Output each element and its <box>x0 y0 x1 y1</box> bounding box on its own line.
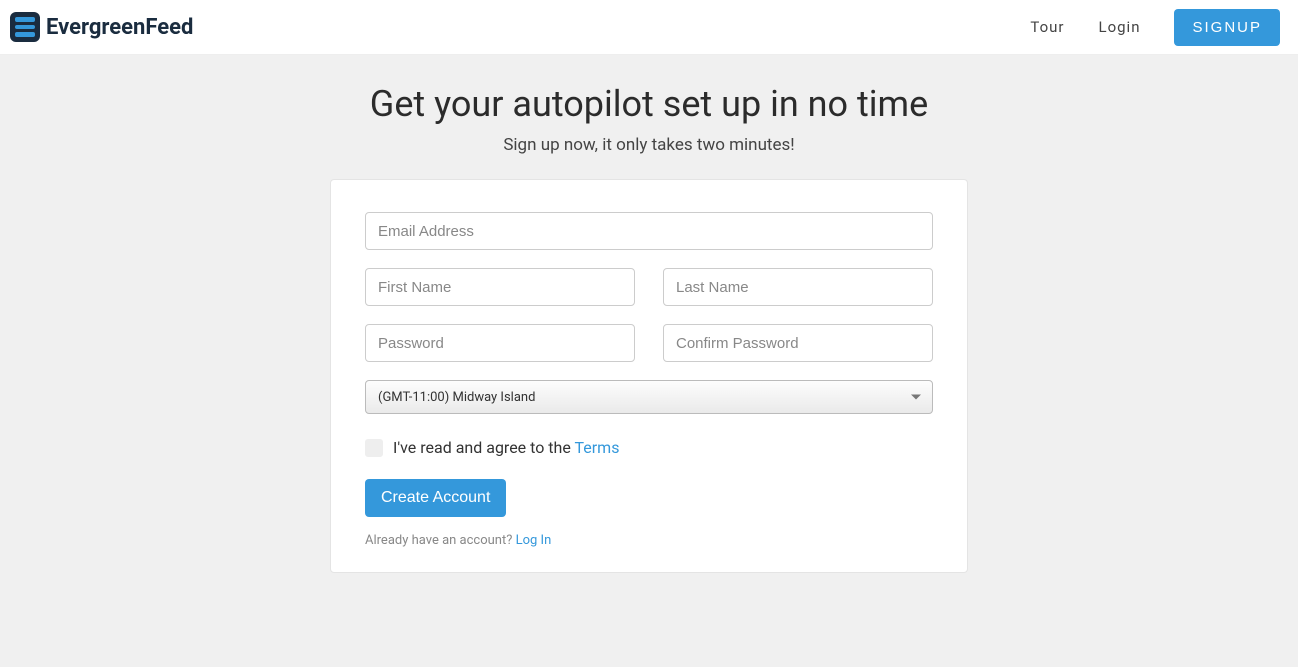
header: EvergreenFeed Tour Login SIGNUP <box>0 0 1298 55</box>
main-content: Get your autopilot set up in no time Sig… <box>0 55 1298 613</box>
signup-card: (GMT-11:00) Midway Island I've read and … <box>330 179 968 573</box>
terms-link[interactable]: Terms <box>575 438 620 457</box>
nav-tour[interactable]: Tour <box>1030 18 1064 36</box>
confirm-password-field[interactable] <box>663 324 933 362</box>
email-field[interactable] <box>365 212 933 250</box>
page-heading: Get your autopilot set up in no time <box>0 83 1298 125</box>
brand-name: EvergreenFeed <box>46 15 193 40</box>
terms-agree-text: I've read and agree to the Terms <box>393 438 619 457</box>
already-have-account: Already have an account? Log In <box>365 533 933 548</box>
page-subheading: Sign up now, it only takes two minutes! <box>0 135 1298 155</box>
brand[interactable]: EvergreenFeed <box>10 12 193 42</box>
login-link[interactable]: Log In <box>516 533 552 548</box>
password-field[interactable] <box>365 324 635 362</box>
signup-button[interactable]: SIGNUP <box>1174 9 1280 46</box>
last-name-field[interactable] <box>663 268 933 306</box>
terms-checkbox[interactable] <box>365 439 383 457</box>
terms-agree-prefix: I've read and agree to the <box>393 438 575 457</box>
nav-login[interactable]: Login <box>1098 18 1140 36</box>
timezone-select[interactable]: (GMT-11:00) Midway Island <box>365 380 933 414</box>
header-nav: Tour Login SIGNUP <box>1030 9 1280 46</box>
brand-logo-icon <box>10 12 40 42</box>
already-prefix: Already have an account? <box>365 533 516 548</box>
create-account-button[interactable]: Create Account <box>365 479 506 517</box>
first-name-field[interactable] <box>365 268 635 306</box>
timezone-selected-label: (GMT-11:00) Midway Island <box>378 390 535 405</box>
